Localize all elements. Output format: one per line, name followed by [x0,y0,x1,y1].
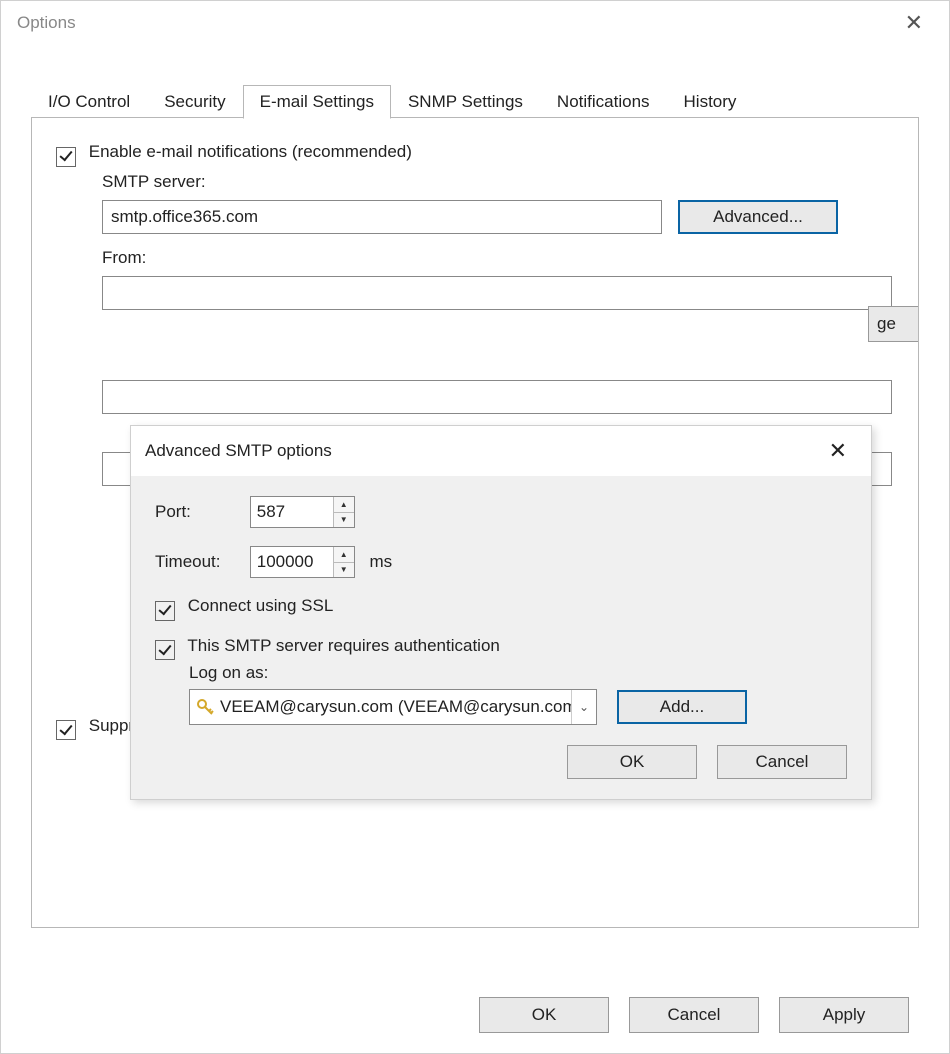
port-spinner[interactable]: 587 ▲ ▼ [250,496,355,528]
modal-button-bar: OK Cancel [131,745,871,799]
timeout-label: Timeout: [155,552,245,572]
port-spinner-arrows[interactable]: ▲ ▼ [333,497,354,527]
modal-body: Port: 587 ▲ ▼ Timeout: 100000 ▲ [131,476,871,745]
tab-strip: I/O Control Security E-mail Settings SNM… [1,85,949,118]
timeout-spinner-arrows[interactable]: ▲ ▼ [333,547,354,577]
timeout-value[interactable]: 100000 [251,547,333,577]
from-label: From: [102,248,894,268]
port-value[interactable]: 587 [251,497,333,527]
from-input[interactable] [102,276,892,310]
apply-button[interactable]: Apply [779,997,909,1033]
smtp-server-input[interactable]: smtp.office365.com [102,200,662,234]
ssl-row: Connect using SSL [155,596,847,618]
modal-titlebar: Advanced SMTP options ✕ [131,426,871,476]
timeout-row: Timeout: 100000 ▲ ▼ ms [155,546,847,578]
modal-title-text: Advanced SMTP options [145,441,332,461]
from-section: From: [102,248,894,310]
advanced-smtp-dialog: Advanced SMTP options ✕ Port: 587 ▲ ▼ [130,425,872,800]
add-credentials-button[interactable]: Add... [617,690,747,724]
modal-ok-button[interactable]: OK [567,745,697,779]
tab-snmp-settings[interactable]: SNMP Settings [391,85,540,118]
partial-button[interactable]: ge [868,306,918,342]
logon-label: Log on as: [189,663,847,683]
chevron-up-icon[interactable]: ▲ [334,547,354,563]
enable-email-row: Enable e-mail notifications (recommended… [56,142,894,164]
options-window: Options ✕ I/O Control Security E-mail Se… [0,0,950,1054]
logon-row: VEEAM@carysun.com (VEEAM@carysun.com ⌄ A… [189,689,847,725]
advanced-button[interactable]: Advanced... [678,200,838,234]
ok-button[interactable]: OK [479,997,609,1033]
ssl-checkbox[interactable] [155,601,175,621]
hidden-input-1[interactable] [102,380,892,414]
modal-cancel-button[interactable]: Cancel [717,745,847,779]
ssl-label: Connect using SSL [188,596,334,615]
auth-row: This SMTP server requires authentication [155,636,847,658]
timeout-spinner[interactable]: 100000 ▲ ▼ [250,546,355,578]
enable-email-label: Enable e-mail notifications (recommended… [89,142,412,161]
smtp-server-label: SMTP server: [102,172,894,192]
logon-credentials-text: VEEAM@carysun.com (VEEAM@carysun.com [220,697,571,717]
tab-email-settings[interactable]: E-mail Settings [243,85,391,119]
port-label: Port: [155,502,245,522]
email-settings-panel: Enable e-mail notifications (recommended… [31,118,919,928]
chevron-down-icon[interactable]: ⌄ [571,690,596,724]
timeout-unit: ms [369,552,392,571]
chevron-down-icon[interactable]: ▼ [334,563,354,578]
chevron-down-icon[interactable]: ▼ [334,513,354,528]
auth-label: This SMTP server requires authentication [187,636,499,655]
titlebar: Options ✕ [1,1,949,45]
smtp-section: SMTP server: smtp.office365.com Advanced… [102,172,894,234]
enable-email-checkbox[interactable] [56,147,76,167]
auth-checkbox[interactable] [155,640,175,660]
dialog-button-bar: OK Cancel Apply [1,997,949,1033]
chevron-up-icon[interactable]: ▲ [334,497,354,513]
suppress-checkbox[interactable] [56,720,76,740]
hidden-field-1 [102,380,894,414]
port-row: Port: 587 ▲ ▼ [155,496,847,528]
modal-close-icon[interactable]: ✕ [819,436,857,466]
key-icon [196,698,214,716]
window-title: Options [17,13,76,33]
tab-security[interactable]: Security [147,85,242,118]
tab-history[interactable]: History [667,85,754,118]
logon-credentials-combo[interactable]: VEEAM@carysun.com (VEEAM@carysun.com ⌄ [189,689,597,725]
cancel-button[interactable]: Cancel [629,997,759,1033]
close-icon[interactable]: ✕ [895,8,933,38]
tab-notifications[interactable]: Notifications [540,85,667,118]
tab-io-control[interactable]: I/O Control [31,85,147,118]
